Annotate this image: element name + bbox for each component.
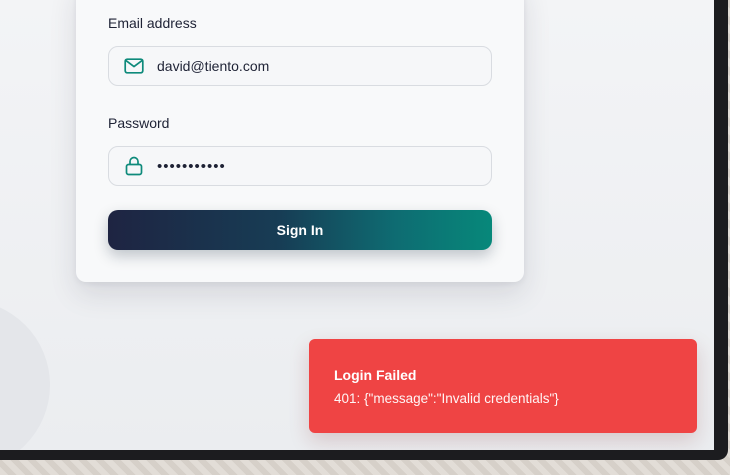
email-label: Email address	[108, 15, 197, 31]
error-toast[interactable]: Login Failed 401: {"message":"Invalid cr…	[309, 339, 697, 433]
email-input[interactable]: david@tiento.com	[157, 58, 477, 74]
mail-icon	[124, 56, 144, 76]
login-card: Email address david@tiento.com Password	[76, 0, 524, 282]
monitor-bezel: Email address david@tiento.com Password	[0, 0, 728, 460]
toast-title: Login Failed	[334, 367, 417, 383]
password-label: Password	[108, 115, 170, 131]
app-screen: Email address david@tiento.com Password	[0, 0, 714, 450]
background-decoration	[0, 300, 50, 450]
sign-in-button[interactable]: Sign In	[108, 210, 492, 250]
password-input[interactable]: •••••••••••	[157, 158, 477, 175]
password-field[interactable]: •••••••••••	[108, 146, 492, 186]
toast-message: 401: {"message":"Invalid credentials"}	[334, 391, 559, 406]
lock-icon	[124, 156, 144, 176]
email-field[interactable]: david@tiento.com	[108, 46, 492, 86]
